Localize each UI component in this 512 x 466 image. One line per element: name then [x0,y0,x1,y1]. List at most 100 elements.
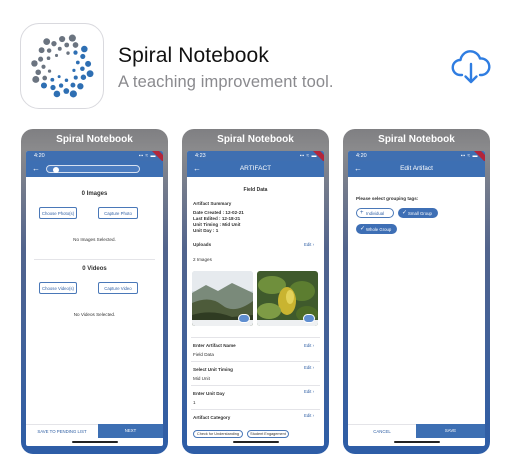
screenshot-media-picker[interactable]: Spiral Notebook 4:20 ▪▪ ≈ ▬ ← 0 Images C… [21,129,168,454]
home-indicator [232,441,279,443]
spiral-dot [85,60,92,67]
spiral-dot [31,60,38,67]
spiral-dot [40,82,48,89]
edit-label: Edit [303,365,312,370]
unit-timing: Unit Timing : Mid Unit [193,222,241,227]
progress-bar [46,165,140,173]
status-time: 4:23 [195,153,206,159]
choose-videos-button[interactable]: Choose Video(s) [39,282,77,294]
spiral-dot [38,47,45,54]
cancel-button[interactable]: CANCEL [348,424,416,438]
spiral-dot [50,84,56,91]
edit-label: Edit [303,242,312,247]
spiral-dot [80,74,87,80]
edit-label: Edit [303,343,312,348]
tag-label: Individual [366,211,385,216]
status-bar: 4:23 ▪▪ ≈ ▬ [187,151,324,166]
tag-small-group[interactable]: ✓ Small Group [398,208,438,218]
check-icon: ✓ [360,226,366,232]
spiral-dot [81,45,88,53]
grouping-prompt: Please select grouping tags: [356,196,419,201]
divider [191,337,320,338]
edit-label: Edit [303,413,312,418]
spiral-dot [72,68,76,72]
screenshot-edit-artifact[interactable]: Spiral Notebook 4:20 ▪▪ ≈ ▬ ← Edit Artif… [343,129,490,454]
spiral-dot [70,82,76,88]
nav-title: ARTIFACT [239,165,272,172]
spiral-dot [46,56,51,61]
spiral-logo-icon [31,34,94,98]
select-timing-label: Select Unit Timing [193,367,233,372]
uploads-label: Uploads [193,242,212,247]
next-button[interactable]: NEXT [98,424,163,438]
app-subtitle: A teaching improvement tool. [118,73,334,91]
edit-uploads-link[interactable]: Edit › [304,242,314,247]
status-bar: 4:20 ▪▪ ≈ ▬ [348,151,485,166]
spiral-dot [69,90,77,98]
spiral-dot [46,48,52,53]
spiral-dot [77,83,84,90]
screenshot-caption: Spiral Notebook [56,134,133,145]
spiral-dot [80,53,86,59]
spiral-dot [43,38,51,46]
spiral-dot [63,88,70,94]
spiral-dot [59,35,66,43]
tag-individual[interactable]: + Individual [356,208,394,218]
app-icon[interactable] [20,23,104,109]
footer-bar: SAVE TO PENDING LIST NEXT [26,424,163,446]
category-label: Artifact Category [193,415,231,420]
nav-bar: ← ARTIFACT [187,161,324,177]
check-understanding-tag[interactable]: Check for Understanding [193,430,243,438]
divider [191,361,320,362]
photo-thumbnail-landscape[interactable] [192,271,253,326]
student-engagement-tag[interactable]: Student Engagement [247,430,289,438]
capture-photo-button[interactable]: Capture Photo [98,207,138,219]
back-arrow-icon[interactable]: ← [32,161,40,177]
spiral-dot [38,56,44,62]
back-arrow-icon[interactable]: ← [193,161,201,177]
divider [34,259,155,260]
day-value: 1 [193,400,196,405]
photo-action-button[interactable] [238,314,250,323]
save-to-pending-button[interactable]: SAVE TO PENDING LIST [26,424,98,438]
check-icon: ✓ [402,210,408,216]
enter-day-label: Enter Unit Day [193,391,225,396]
tag-label: Whole Group [366,227,392,232]
artifact-name-heading: Field Data [243,187,268,193]
screenshot-artifact-detail[interactable]: Spiral Notebook 4:23 ▪▪ ≈ ▬ ← ARTIFACT F… [182,129,329,454]
edit-timing-link[interactable]: Edit › [304,365,314,370]
nav-title: Edit Artifact [400,165,433,172]
spiral-dot [64,78,69,82]
no-images-text: No Images Selected. [73,237,116,242]
save-button[interactable]: SAVE [416,424,485,438]
spiral-dot [80,66,85,72]
choose-photos-button[interactable]: Choose Photo(s) [39,207,77,219]
spiral-dot [32,75,40,83]
summary-heading: Artifact Summary [193,201,232,206]
photo-action-button[interactable] [303,314,315,323]
screenshot-caption: Spiral Notebook [217,134,294,145]
back-arrow-icon[interactable]: ← [354,161,362,177]
home-indicator [393,441,440,443]
name-value: Field Data [193,352,214,357]
edit-category-link[interactable]: Edit › [304,413,314,418]
divider [191,385,320,386]
images-heading: 0 Images [81,191,108,197]
spiral-dot [51,40,57,47]
photo-thumbnail-plant[interactable] [257,271,318,326]
edit-name-link[interactable]: Edit › [304,343,314,348]
edit-day-link[interactable]: Edit › [304,389,314,394]
spiral-dot [66,51,70,55]
unit-day: Unit Day : 1 [193,228,219,233]
spiral-dot [64,42,70,48]
phone-screen: 4:20 ▪▪ ≈ ▬ ← 0 Images Choose Photo(s) C… [26,151,163,446]
cloud-download-icon[interactable] [451,48,491,86]
capture-video-button[interactable]: Capture Video [98,282,138,294]
spiral-dot [54,53,59,57]
spiral-dot [73,75,78,80]
spiral-dot [57,46,62,51]
status-time: 4:20 [356,153,367,159]
tag-whole-group[interactable]: ✓ Whole Group [356,224,397,234]
tag-label: Small Group [408,211,432,216]
footer-bar: CANCEL SAVE [348,424,485,446]
